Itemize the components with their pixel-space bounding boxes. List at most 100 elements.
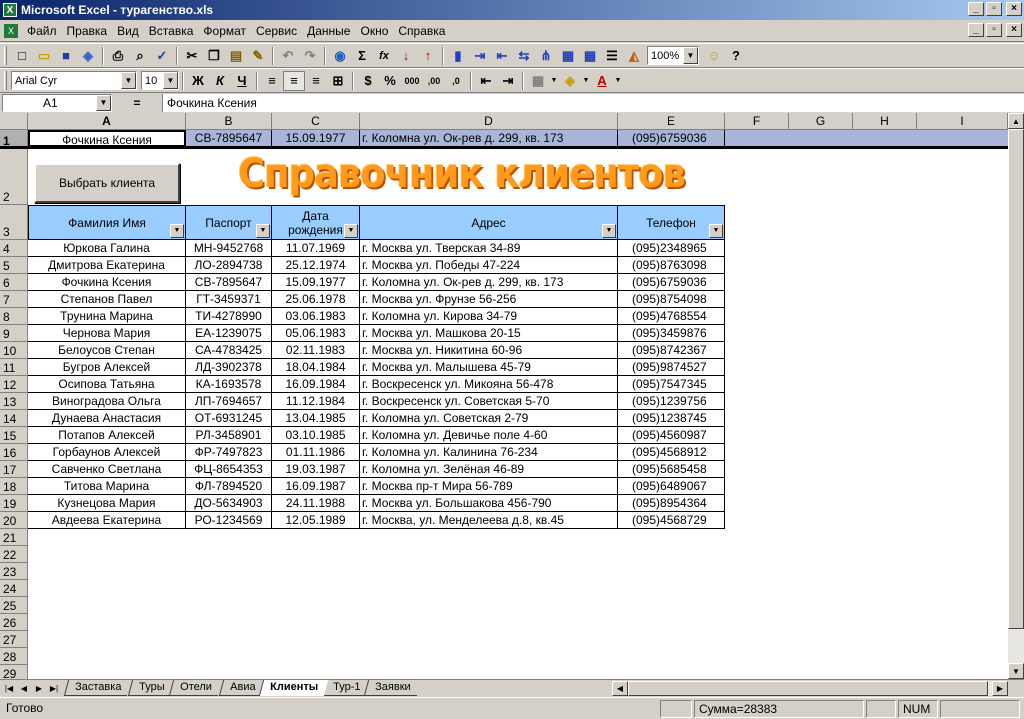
decrease-indent-icon[interactable]: ⇤	[475, 71, 497, 91]
sheet-tab-1[interactable]: Заставка	[63, 680, 132, 696]
cell-passport[interactable]: РО-1234569	[186, 512, 272, 529]
scroll-down-icon[interactable]: ▼	[1008, 663, 1024, 679]
cell-address[interactable]: г. Москва ул. Никитина 60-96	[360, 342, 618, 359]
row-header-7[interactable]: 7	[0, 291, 28, 308]
cell-phone[interactable]: (095)6489067	[618, 478, 725, 495]
cell-dob[interactable]: 25.12.1974	[272, 257, 360, 274]
sort-descending-icon[interactable]: ↑	[417, 46, 439, 66]
cell-name[interactable]: Бугров Алексей	[28, 359, 186, 376]
close-button[interactable]: ×	[1006, 2, 1022, 16]
cell-address[interactable]: г. Коломна ул. Ок-рев д. 299, кв. 173	[360, 274, 618, 291]
column-header-d[interactable]: D	[360, 113, 618, 130]
cell-passport[interactable]: ЛП-7694657	[186, 393, 272, 410]
cell-phone[interactable]: (095)6759036	[618, 274, 725, 291]
align-center-icon[interactable]: ≡	[283, 70, 305, 91]
autofilter-dropdown-icon[interactable]: ▼	[256, 224, 270, 238]
print-preview-icon[interactable]: ⌕	[129, 46, 151, 66]
cell-address[interactable]: г. Москва ул. Фрунзе 56-256	[360, 291, 618, 308]
sheet-tab-6[interactable]: Тур-1	[321, 680, 371, 696]
decrease-decimal-button[interactable]: ,0	[445, 71, 467, 91]
row-header-4[interactable]: 4	[0, 240, 28, 257]
doc-close-button[interactable]: ×	[1006, 23, 1022, 37]
cell-passport[interactable]: ФЛ-7894520	[186, 478, 272, 495]
horizontal-scrollbar[interactable]: ◀ ▶	[612, 681, 1008, 696]
cell-phone[interactable]: (095)8763098	[618, 257, 725, 274]
menu-tools[interactable]: Сервис	[251, 22, 302, 40]
cell-address[interactable]: г. Москва пр-т Мира 56-789	[360, 478, 618, 495]
cell-address[interactable]: г. Коломна ул. Калинина 76-234	[360, 444, 618, 461]
chevron-down-icon[interactable]: ▼	[683, 47, 698, 64]
chart-wizard-icon[interactable]: ▮	[447, 46, 469, 66]
cell-phone[interactable]: (095)7547345	[618, 376, 725, 393]
cell-name[interactable]: Дмитрова Екатерина	[28, 257, 186, 274]
column-header-e[interactable]: E	[618, 113, 725, 130]
cell-address[interactable]: г. Москва ул. Большакова 456-790	[360, 495, 618, 512]
cell-address[interactable]: г. Воскресенск ул. Микояна 56-478	[360, 376, 618, 393]
cell-dob[interactable]: 18.04.1984	[272, 359, 360, 376]
minimize-button[interactable]: _	[968, 2, 984, 16]
cell-address[interactable]: г. Москва ул. Тверская 34-89	[360, 240, 618, 257]
cell-dob[interactable]: 25.06.1978	[272, 291, 360, 308]
cell-name[interactable]: Степанов Павел	[28, 291, 186, 308]
row-header-26[interactable]: 26	[0, 614, 28, 631]
cell-address[interactable]: г. Коломна ул. Девичье поле 4-60	[360, 427, 618, 444]
trace-dependents-icon[interactable]: ⇤	[491, 46, 513, 66]
cell-address[interactable]: г. Москва, ул. Менделеева д.8, кв.45	[360, 512, 618, 529]
merge-center-icon[interactable]: ⊞	[327, 71, 349, 91]
cell-phone[interactable]: (095)4568729	[618, 512, 725, 529]
scroll-left-icon[interactable]: ◀	[612, 681, 628, 696]
cell-name[interactable]: Трунина Марина	[28, 308, 186, 325]
autofilter-dropdown-icon[interactable]: ▼	[602, 224, 616, 238]
autofilter-dropdown-icon[interactable]: ▼	[170, 224, 184, 238]
prev-sheet-icon[interactable]: ◀	[17, 681, 31, 695]
chevron-down-icon[interactable]: ▼	[121, 72, 136, 89]
cell-phone[interactable]: (095)1238745	[618, 410, 725, 427]
row-header-2[interactable]: 2	[0, 149, 28, 205]
row-header-8[interactable]: 8	[0, 308, 28, 325]
next-sheet-icon[interactable]: ▶	[32, 681, 46, 695]
cell-passport[interactable]: ФР-7497823	[186, 444, 272, 461]
save-icon[interactable]: ■	[55, 46, 77, 66]
formula-input[interactable]: Фочкина Ксения	[162, 94, 1024, 112]
thousands-button[interactable]: 000	[401, 71, 423, 91]
borders-icon[interactable]: ▦	[527, 71, 549, 91]
row-header-20[interactable]: 20	[0, 512, 28, 529]
cell-f1-i1[interactable]	[725, 130, 1008, 147]
cell-name[interactable]: Виноградова Ольга	[28, 393, 186, 410]
cell-phone[interactable]: (095)3459876	[618, 325, 725, 342]
print-icon[interactable]: ⎙	[107, 46, 129, 66]
cell-b1[interactable]: СВ-7895647	[186, 130, 272, 147]
trace-precedents-icon[interactable]: ⇥	[469, 46, 491, 66]
cell-passport[interactable]: ЛД-3902378	[186, 359, 272, 376]
cell-phone[interactable]: (095)8742367	[618, 342, 725, 359]
chevron-down-icon[interactable]: ▼	[96, 95, 111, 111]
copy-icon[interactable]: ❐	[203, 46, 225, 66]
cell-name[interactable]: Фочкина Ксения	[28, 274, 186, 291]
row-header-3[interactable]: 3	[0, 205, 28, 240]
cell-name[interactable]: Осипова Татьяна	[28, 376, 186, 393]
worksheet-grid[interactable]: ABCDEFGHI 1 2 3 4 5 6 7 8 9 10 11 12 13 14 15 16 17 18 19 2…	[0, 113, 1008, 679]
cell-phone[interactable]: (095)4768554	[618, 308, 725, 325]
cell-address[interactable]: г. Коломна ул. Советская 2-79	[360, 410, 618, 427]
cell-phone[interactable]: (095)4560987	[618, 427, 725, 444]
function-icon[interactable]: fx	[373, 46, 395, 66]
sheet-tab-2[interactable]: Туры	[127, 680, 175, 696]
font-color-icon[interactable]: A	[591, 71, 613, 91]
doc-restore-button[interactable]: ▫	[986, 23, 1002, 37]
row-header-5[interactable]: 5	[0, 257, 28, 274]
row-header-27[interactable]: 27	[0, 631, 28, 648]
table-icon[interactable]: ▦	[579, 46, 601, 66]
menu-data[interactable]: Данные	[302, 22, 355, 40]
cell-phone[interactable]: (095)8954364	[618, 495, 725, 512]
cell-dob[interactable]: 12.05.1989	[272, 512, 360, 529]
horizontal-scroll-thumb[interactable]	[628, 681, 988, 696]
fill-color-icon[interactable]: ◈	[559, 71, 581, 91]
list-icon[interactable]: ☰	[601, 46, 623, 66]
cell-dob[interactable]: 11.12.1984	[272, 393, 360, 410]
cell-d1[interactable]: г. Коломна ул. Ок-рев д. 299, кв. 173	[360, 130, 618, 147]
row-header-10[interactable]: 10	[0, 342, 28, 359]
cell-passport[interactable]: КА-1693578	[186, 376, 272, 393]
cell-name[interactable]: Дунаева Анастасия	[28, 410, 186, 427]
cell-phone[interactable]: (095)2348965	[618, 240, 725, 257]
italic-button[interactable]: К	[209, 71, 231, 91]
